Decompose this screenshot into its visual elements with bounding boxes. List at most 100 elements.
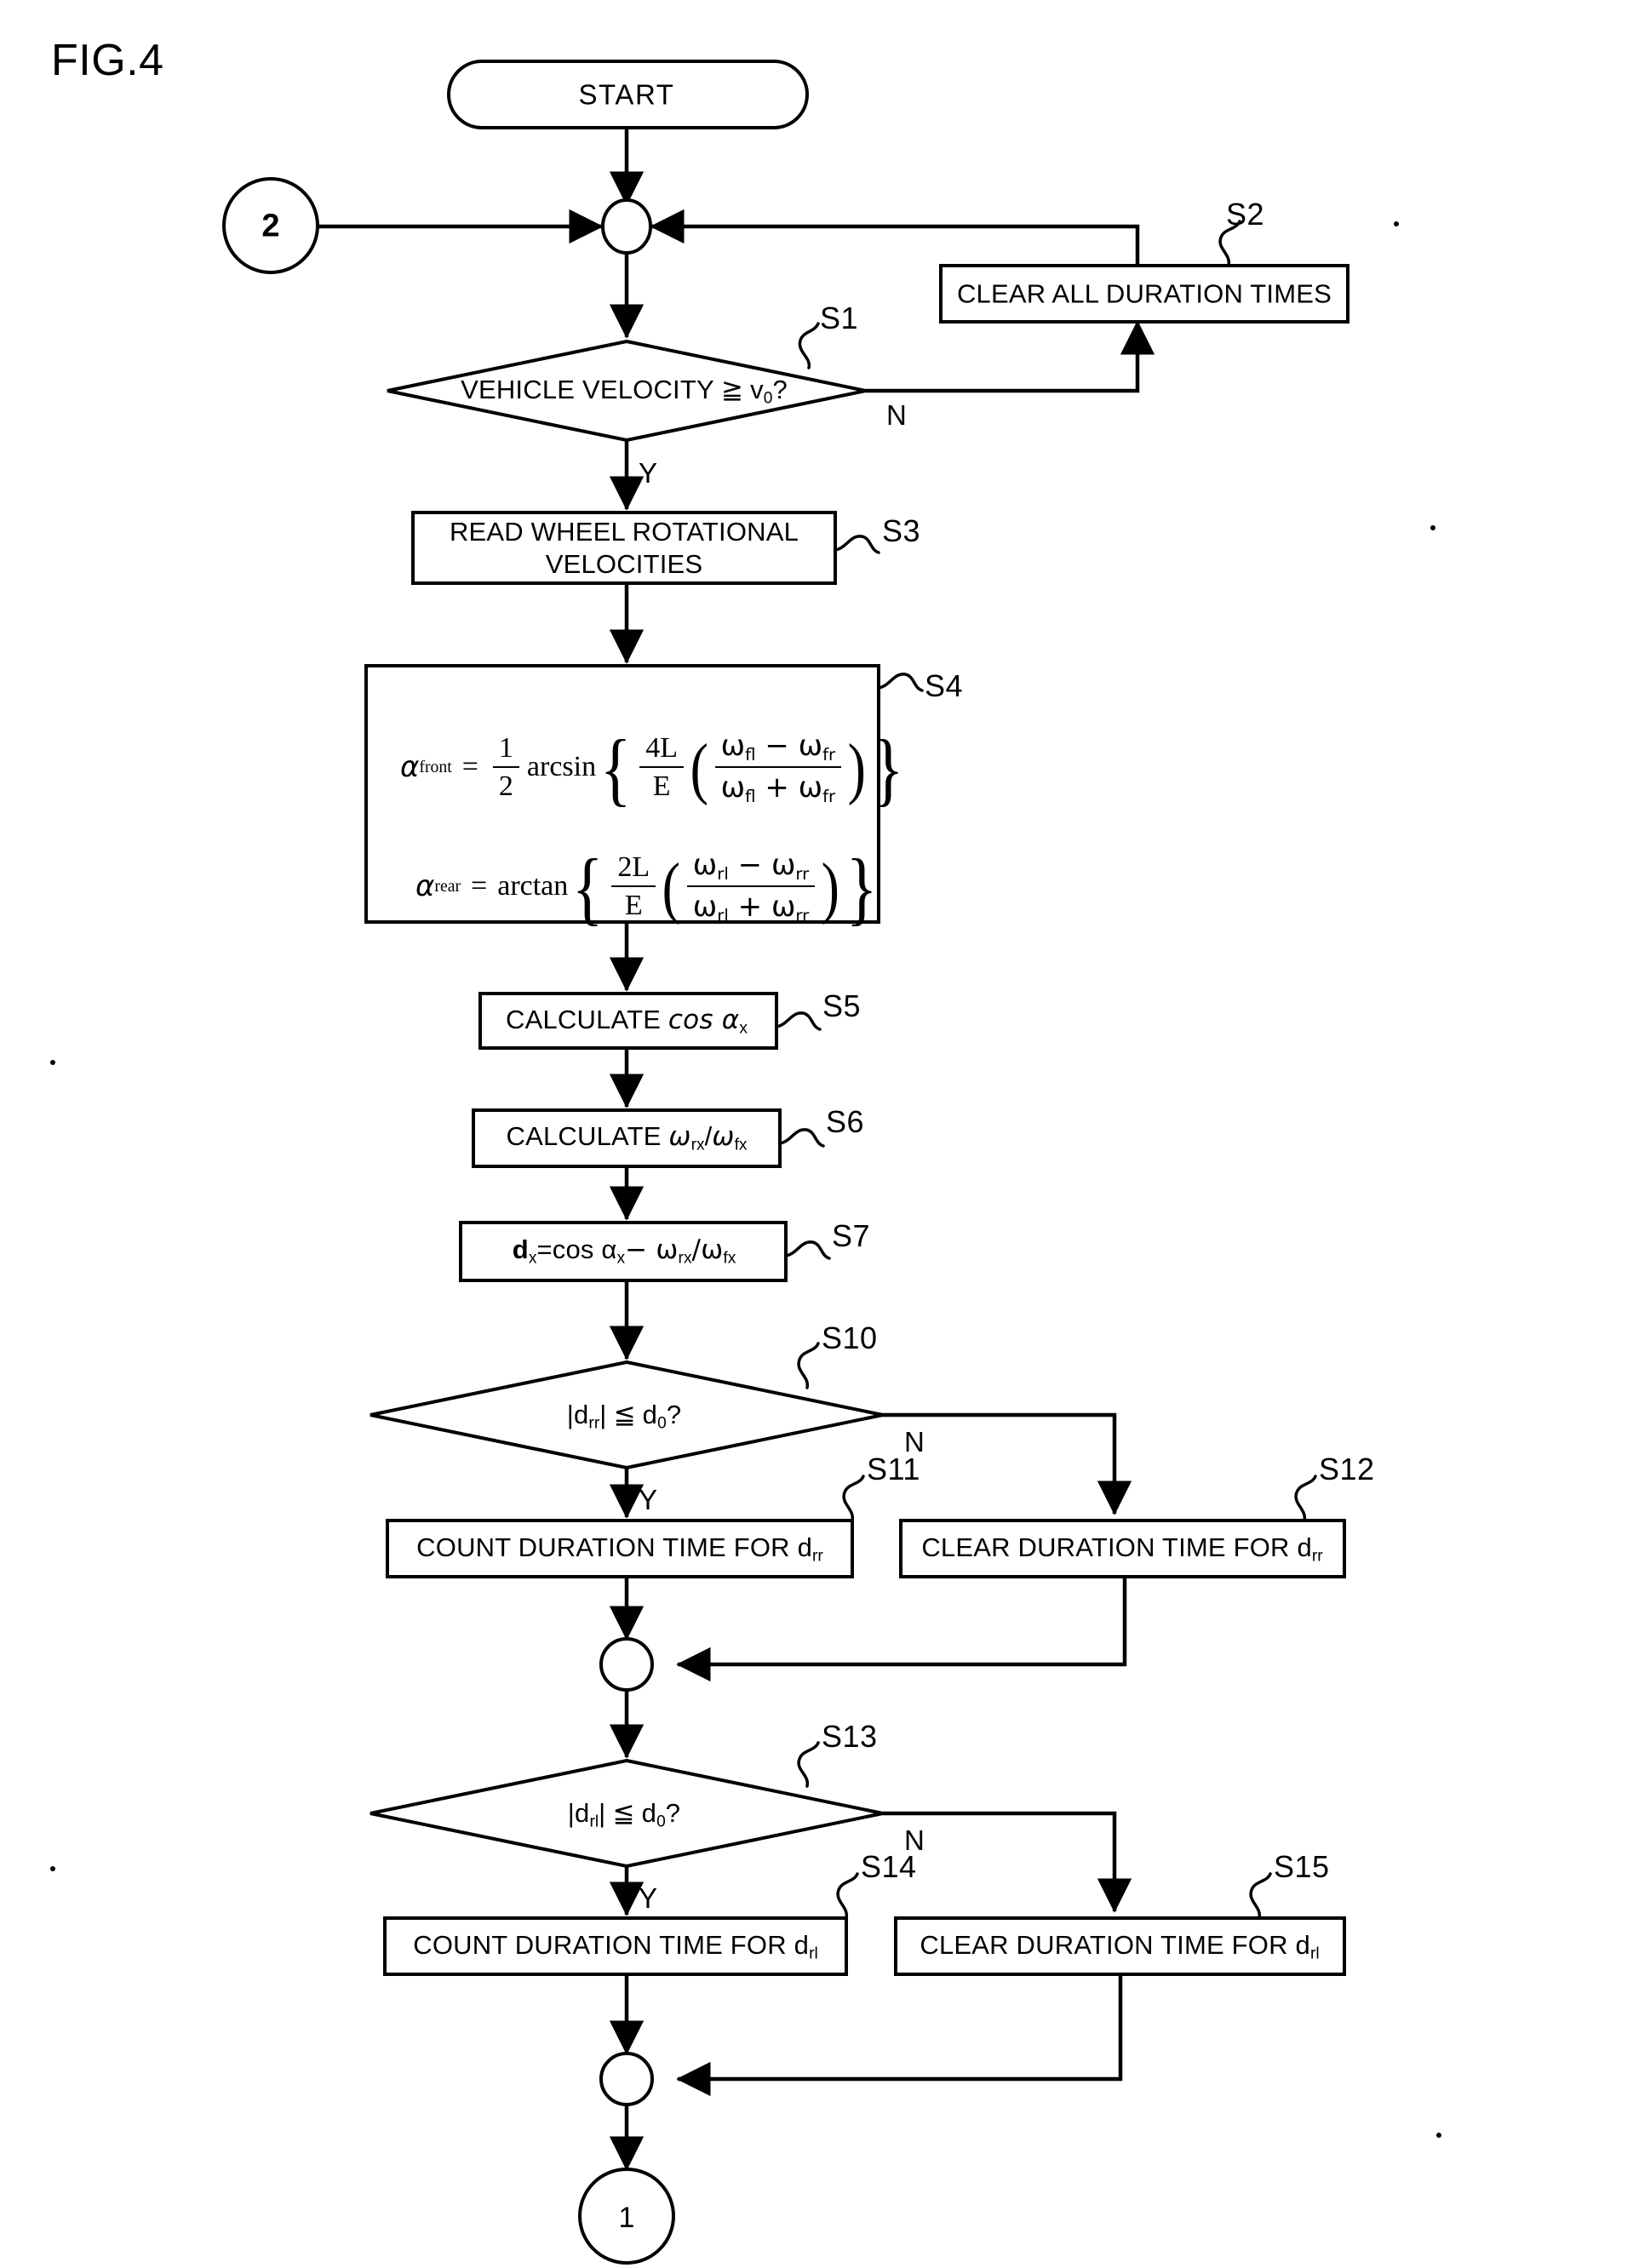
s13-abs-sub: rl xyxy=(589,1813,599,1831)
s1-step-id: S1 xyxy=(820,301,859,335)
s10-step-id: S10 xyxy=(822,1320,878,1355)
s4-f1-outer-num: 4L xyxy=(639,732,684,768)
s12-text-sub: rr xyxy=(1311,1547,1323,1566)
merge-junction-bottom xyxy=(599,2052,654,2106)
leader-s15 xyxy=(1249,1872,1272,1920)
s7-text-lhs-sub: x xyxy=(528,1249,537,1268)
figure-sheet: FIG.4 START 2 VEHICLE VELOCITY ≧ v0? S1 Y … xyxy=(0,0,1633,2268)
s15-process-label: CLEAR DURATION TIME FOR drl xyxy=(920,1930,1319,1963)
s6-text-prefix: CALCULATE xyxy=(506,1121,669,1152)
s1-decision-label: VEHICLE VELOCITY ≧ v0? xyxy=(461,375,788,408)
s11-text-prefix: COUNT DURATION TIME FOR d xyxy=(416,1532,813,1563)
s13-step-id: S13 xyxy=(822,1719,878,1754)
s6-text-expr-b: ω xyxy=(712,1121,735,1153)
leader-s11 xyxy=(842,1475,865,1522)
s13-tail: ? xyxy=(665,1798,681,1829)
s13-decision-label: |drl| ≦ d0? xyxy=(567,1798,681,1831)
s4-f2-inner: ωrl − ωrr ωrl + ωrr xyxy=(686,848,816,925)
leader-s10 xyxy=(797,1342,820,1389)
s2-step-id: S2 xyxy=(1226,197,1265,232)
s11-text-sub: rr xyxy=(812,1547,823,1566)
s15-step-id: S15 xyxy=(1274,1849,1330,1884)
s6-process-label: CALCULATE ωrx/ωfx xyxy=(506,1121,748,1154)
s4-f1-inner: ωfl − ωfr ωfl + ωfr xyxy=(714,729,842,806)
s6-text-sub-a: rx xyxy=(690,1136,705,1154)
s4-f2-inner-num: ωrl − ωrr xyxy=(686,848,816,887)
s4-f2-inner-den: ωrl + ωrr xyxy=(692,889,810,925)
s4-formula-front: α front = 1 2 arcsin { 4L E ( ωfl − ωfr ω… xyxy=(400,723,904,815)
s6-text-sub-b: fx xyxy=(734,1136,748,1154)
s4-step-id: S4 xyxy=(925,668,964,703)
s4-f1-outer-den: E xyxy=(652,770,671,802)
s13-abs-close: | xyxy=(599,1798,606,1829)
s7-process-label: dx=cos αx− ωrx/ωfx xyxy=(512,1234,736,1268)
s15-text-prefix: CLEAR DURATION TIME FOR d xyxy=(920,1930,1310,1961)
s4-f2-lhs-sub: rear xyxy=(434,876,461,896)
s13-op: ≦ xyxy=(612,1798,635,1830)
s4-f1-lhs-sub: front xyxy=(419,757,452,776)
s10-tail: ? xyxy=(666,1400,682,1430)
leader-s13 xyxy=(797,1741,820,1788)
edge-s12-to-junction-mid xyxy=(676,1577,1127,1682)
s10-rhs-sub: 0 xyxy=(657,1414,667,1433)
s2-process-label: CLEAR ALL DURATION TIMES xyxy=(956,278,1332,309)
leader-s6 xyxy=(778,1128,825,1148)
s14-text-prefix: COUNT DURATION TIME FOR d xyxy=(413,1930,810,1961)
s7-text-fx: fx xyxy=(723,1249,736,1268)
s10-decision-label: |drr| ≦ d0? xyxy=(567,1400,682,1433)
edge-s15-to-junction-bottom xyxy=(676,1974,1123,2097)
s7-text-minus: − ω xyxy=(625,1234,679,1266)
s7-text-lhs: d xyxy=(512,1234,529,1265)
s1-text-op: ≧ xyxy=(720,375,744,406)
s12-text-prefix: CLEAR DURATION TIME FOR d xyxy=(921,1532,1312,1563)
s7-text-alpha-sub: x xyxy=(616,1249,626,1268)
s4-f1-lhs: α xyxy=(400,750,420,785)
s12-process-label: CLEAR DURATION TIME FOR drr xyxy=(921,1532,1323,1566)
merge-junction-mid xyxy=(599,1637,654,1692)
s14-text-sub: rl xyxy=(809,1944,818,1963)
s3-text-line1: READ WHEEL ROTATIONAL xyxy=(449,517,799,547)
s6-text-expr-a: ω xyxy=(668,1121,691,1153)
start-terminal-label: START xyxy=(578,78,675,111)
s13-rhs-sub: 0 xyxy=(656,1813,666,1831)
page-speck xyxy=(50,1866,55,1871)
s13-rhs: d xyxy=(641,1798,657,1829)
s4-f1-fn: arcsin xyxy=(526,751,597,783)
s5-text-expr: cos α xyxy=(668,1005,740,1036)
connector-1-label: 1 xyxy=(618,2201,635,2234)
s1-text-main: VEHICLE VELOCITY xyxy=(461,375,714,405)
s6-step-id: S6 xyxy=(826,1104,865,1139)
s3-text-line2: VELOCITIES xyxy=(545,549,703,579)
page-speck xyxy=(1394,221,1399,226)
s1-text-var: v xyxy=(750,375,764,405)
s7-step-id: S7 xyxy=(832,1218,871,1253)
s1-yes-branch-label: Y xyxy=(639,457,658,489)
s4-f2-outer-num: 2L xyxy=(611,851,656,887)
s4-f1-coef-den: 2 xyxy=(498,770,513,802)
leader-s12 xyxy=(1294,1475,1317,1522)
s7-text-eq: =cos α xyxy=(536,1234,617,1265)
s6-text-slash: / xyxy=(704,1121,713,1152)
s10-abs-open: |d xyxy=(566,1400,589,1430)
leader-s1 xyxy=(798,322,820,369)
s10-abs-close: | xyxy=(599,1400,607,1430)
s10-op: ≦ xyxy=(613,1400,636,1431)
s4-f1-inner-den: ωfl + ωfr xyxy=(720,770,836,806)
edge-s1-no-to-s2 xyxy=(866,320,1155,393)
s10-abs-sub: rr xyxy=(588,1414,600,1433)
s7-text-rx: rx xyxy=(678,1249,692,1268)
leader-s5 xyxy=(775,1011,822,1031)
page-speck xyxy=(1430,525,1435,530)
s5-process-label: CALCULATE cos αx xyxy=(506,1005,748,1038)
page-speck xyxy=(1436,2133,1441,2138)
s14-step-id: S14 xyxy=(861,1849,917,1884)
flowchart-canvas xyxy=(50,60,1441,2265)
s10-rhs: d xyxy=(642,1400,658,1430)
s7-text-div: /ω xyxy=(691,1234,724,1266)
s11-process-label: COUNT DURATION TIME FOR drr xyxy=(416,1532,823,1566)
s5-text-sub: x xyxy=(739,1019,748,1038)
s3-process-label: READ WHEEL ROTATIONAL VELOCITIES xyxy=(450,516,799,581)
s4-f2-lhs: α xyxy=(415,869,435,904)
leader-s7 xyxy=(784,1240,831,1260)
s13-abs-open: |d xyxy=(567,1798,590,1829)
